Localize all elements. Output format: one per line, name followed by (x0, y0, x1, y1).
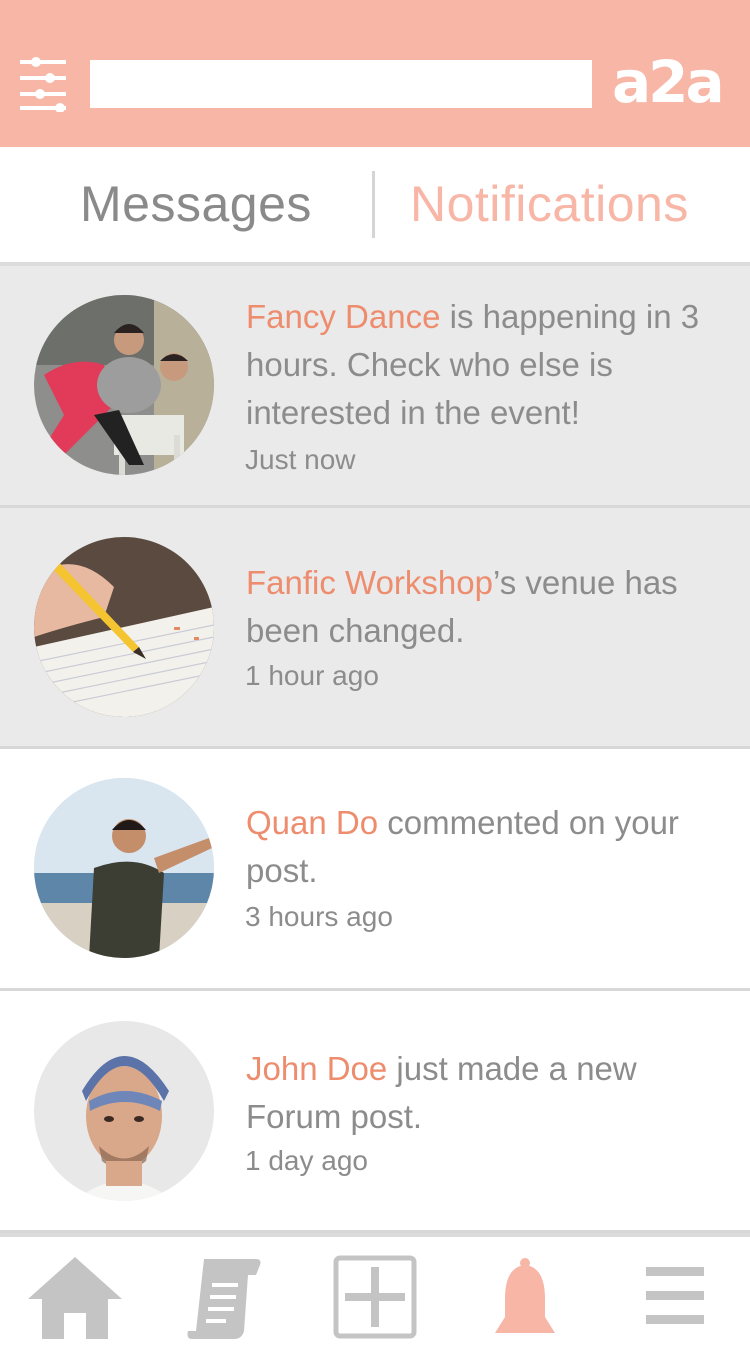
notification-item[interactable]: Quan Do commented on your post. 3 hours … (0, 749, 750, 991)
notification-list: Fancy Dance is happening in 3 hours. Che… (0, 266, 750, 1233)
notification-subject[interactable]: Fancy Dance (246, 298, 440, 335)
avatar (34, 1021, 214, 1201)
pencil-writing-photo (34, 537, 214, 717)
avatar (34, 537, 214, 717)
nav-menu-button[interactable] (646, 1255, 704, 1345)
nav-create-button[interactable] (333, 1255, 417, 1345)
notification-time: 1 hour ago (245, 660, 379, 691)
notification-time: Just now (245, 444, 356, 475)
notification-text: Quan Do commented on your post. (246, 799, 726, 895)
nav-notifications-button[interactable] (493, 1255, 557, 1345)
nav-home-button[interactable] (28, 1255, 122, 1345)
filter-button[interactable] (20, 56, 68, 113)
tab-messages[interactable]: Messages (80, 173, 320, 235)
notification-subject[interactable]: Fanfic Workshop (246, 564, 493, 601)
add-square-icon (333, 1255, 417, 1339)
avatar (34, 778, 214, 958)
man-at-beach-photo (34, 778, 214, 958)
avatar (34, 295, 214, 475)
notification-time: 3 hours ago (245, 901, 393, 932)
nav-forum-button[interactable] (186, 1255, 262, 1345)
notification-item[interactable]: Fanfic Workshop’s venue has been changed… (0, 508, 750, 749)
search-input[interactable] (90, 60, 592, 108)
notification-text: John Doe just made a new Forum post. (246, 1045, 726, 1141)
tab-bar: Messages Notifications (0, 147, 750, 262)
home-icon (28, 1257, 122, 1339)
app-header: a2a (0, 0, 750, 147)
notification-text: Fancy Dance is happening in 3 hours. Che… (246, 293, 726, 437)
notification-text: Fanfic Workshop’s venue has been changed… (246, 559, 726, 655)
app-logo: a2a (612, 48, 725, 116)
bottom-nav (0, 1237, 750, 1360)
notification-subject[interactable]: Quan Do (246, 804, 378, 841)
notification-time: 1 day ago (245, 1145, 368, 1176)
notification-subject[interactable]: John Doe (246, 1050, 387, 1087)
menu-icon (646, 1267, 704, 1324)
man-in-cap-photo (34, 1021, 214, 1201)
sliders-icon (20, 57, 66, 113)
bell-icon (495, 1258, 555, 1333)
notification-item[interactable]: John Doe just made a new Forum post. 1 d… (0, 991, 750, 1233)
notification-item[interactable]: Fancy Dance is happening in 3 hours. Che… (0, 266, 750, 508)
tab-divider (372, 171, 375, 238)
scroll-icon (187, 1259, 261, 1339)
tab-notifications[interactable]: Notifications (410, 173, 710, 235)
dancers-photo (34, 295, 214, 475)
